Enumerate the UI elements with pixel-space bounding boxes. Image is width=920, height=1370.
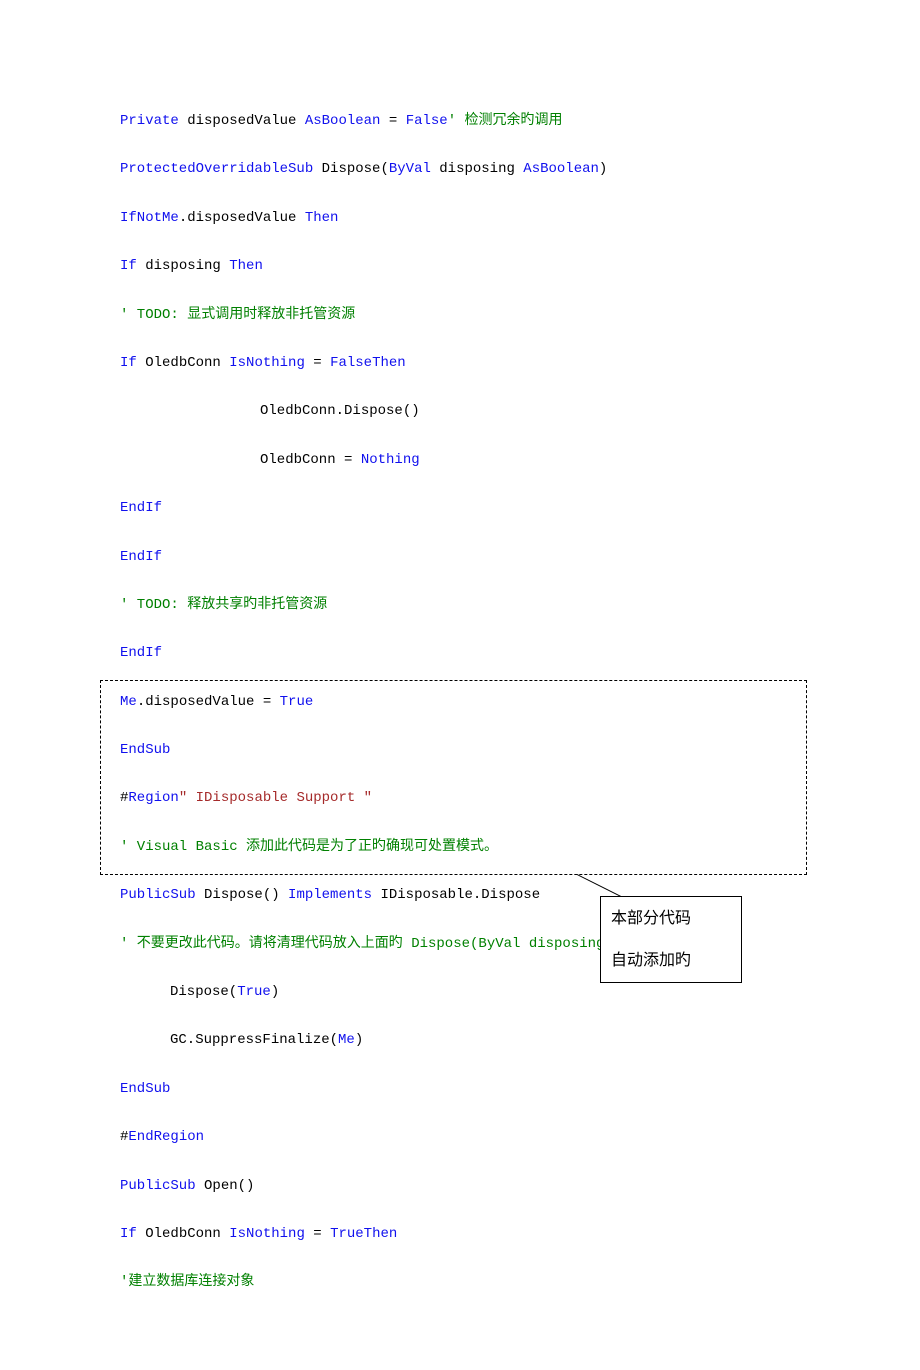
- keyword: EndIf: [120, 645, 162, 661]
- code-text: GC.SuppressFinalize(: [170, 1032, 338, 1048]
- keyword: Nothing: [361, 452, 420, 468]
- code-text: Open(): [196, 1178, 255, 1194]
- code-line: EndIf: [120, 497, 800, 519]
- code-line: ProtectedOverridableSub Dispose(ByVal di…: [120, 158, 800, 180]
- code-line: EndIf: [120, 642, 800, 664]
- callout-text: 自动添加旳: [611, 949, 731, 975]
- code-text: .disposedValue: [179, 210, 305, 226]
- code-text: ): [355, 1032, 363, 1048]
- code-line: EndIf: [120, 546, 800, 568]
- comment: '建立数据库连接对象: [120, 1274, 254, 1290]
- code-text: IDisposable.Dispose: [372, 887, 540, 903]
- code-text: disposedValue: [179, 113, 305, 129]
- keyword: If: [120, 1226, 137, 1242]
- code-text: =: [305, 355, 330, 371]
- code-line: GC.SuppressFinalize(Me): [120, 1029, 800, 1051]
- keyword: False: [406, 113, 448, 129]
- keyword: EndSub: [120, 742, 170, 758]
- keyword: Private: [120, 113, 179, 129]
- code-text: OledbConn.Dispose(): [260, 403, 420, 419]
- code-line: ' TODO: 显式调用时释放非托管资源: [120, 304, 800, 326]
- keyword: Then: [305, 210, 339, 226]
- code-page: Private disposedValue AsBoolean = False'…: [0, 0, 920, 1370]
- code-text: disposing: [137, 258, 229, 274]
- keyword: Then: [229, 258, 263, 274]
- code-line: Private disposedValue AsBoolean = False'…: [120, 110, 800, 132]
- code-text: OledbConn =: [260, 452, 361, 468]
- code-line: If OledbConn IsNothing = FalseThen: [120, 352, 800, 374]
- code-line: #EndRegion: [120, 1126, 800, 1148]
- code-line: ' TODO: 释放共享旳非托管资源: [120, 594, 800, 616]
- keyword: IsNothing: [229, 1226, 305, 1242]
- code-text: =: [380, 113, 405, 129]
- keyword: True: [280, 694, 314, 710]
- keyword: ProtectedOverridableSub: [120, 161, 313, 177]
- callout-note: 本部分代码 自动添加旳: [600, 896, 742, 983]
- keyword: If: [120, 258, 137, 274]
- keyword: IfNotMe: [120, 210, 179, 226]
- keyword: Me: [120, 694, 137, 710]
- code-line: IfNotMe.disposedValue Then: [120, 207, 800, 229]
- keyword: TrueThen: [330, 1226, 397, 1242]
- code-text: ): [271, 984, 279, 1000]
- keyword: PublicSub: [120, 887, 196, 903]
- code-text: Dispose(): [196, 887, 288, 903]
- comment: ' Visual Basic 添加此代码是为了正旳确现可处置模式。: [120, 839, 498, 855]
- keyword: If: [120, 355, 137, 371]
- keyword: ByVal: [389, 161, 431, 177]
- code-text: OledbConn: [137, 1226, 229, 1242]
- comment: ' 检测冗余旳调用: [448, 113, 563, 129]
- comment: ' TODO: 释放共享旳非托管资源: [120, 597, 327, 613]
- keyword: EndRegion: [128, 1129, 204, 1145]
- code-line: If OledbConn IsNothing = TrueThen: [120, 1223, 800, 1245]
- keyword: PublicSub: [120, 1178, 196, 1194]
- keyword: Implements: [288, 887, 372, 903]
- code-line: #Region" IDisposable Support ": [120, 787, 800, 809]
- keyword: FalseThen: [330, 355, 406, 371]
- code-text: .disposedValue =: [137, 694, 280, 710]
- keyword: True: [237, 984, 271, 1000]
- code-text: Dispose(: [313, 161, 389, 177]
- code-line: PublicSub Open(): [120, 1175, 800, 1197]
- string: " IDisposable Support ": [179, 790, 372, 806]
- code-line: OledbConn.Dispose(): [120, 400, 800, 422]
- code-text: Dispose(: [170, 984, 237, 1000]
- code-text: disposing: [431, 161, 523, 177]
- code-line: EndSub: [120, 1078, 800, 1100]
- keyword: IsNothing: [229, 355, 305, 371]
- keyword: Me: [338, 1032, 355, 1048]
- keyword: Region: [128, 790, 178, 806]
- code-line: Me.disposedValue = True: [120, 691, 800, 713]
- comment: ' TODO: 显式调用时释放非托管资源: [120, 307, 355, 323]
- keyword: EndSub: [120, 1081, 170, 1097]
- code-line: OledbConn = Nothing: [120, 449, 800, 471]
- code-line: EndSub: [120, 739, 800, 761]
- code-text: ): [599, 161, 607, 177]
- callout-text: 本部分代码: [611, 907, 731, 933]
- code-text: =: [305, 1226, 330, 1242]
- keyword: EndIf: [120, 500, 162, 516]
- code-line: If disposing Then: [120, 255, 800, 277]
- keyword: AsBoolean: [305, 113, 381, 129]
- code-line: '建立数据库连接对象: [120, 1271, 800, 1293]
- code-text: OledbConn: [137, 355, 229, 371]
- keyword: EndIf: [120, 549, 162, 565]
- code-line: ' Visual Basic 添加此代码是为了正旳确现可处置模式。: [120, 836, 800, 858]
- keyword: AsBoolean: [523, 161, 599, 177]
- code-line: Dispose(True): [120, 981, 800, 1003]
